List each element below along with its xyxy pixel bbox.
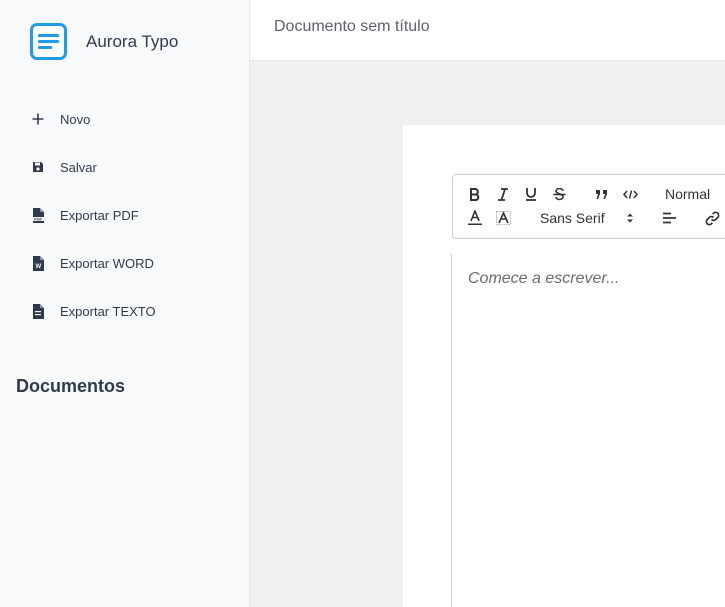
menu-item-salvar[interactable]: Salvar bbox=[0, 143, 249, 191]
plus-icon bbox=[31, 111, 45, 127]
menu-item-label: Novo bbox=[60, 111, 91, 127]
underline-button[interactable] bbox=[523, 185, 539, 203]
highlight-icon bbox=[495, 211, 511, 225]
menu-item-label: Salvar bbox=[60, 159, 97, 175]
floppy-disk-icon bbox=[31, 159, 45, 175]
font-select-arrows-icon[interactable] bbox=[625, 208, 635, 228]
align-button[interactable] bbox=[660, 208, 678, 228]
brand-name: Aurora Typo bbox=[86, 31, 179, 51]
text-color-icon bbox=[468, 210, 482, 225]
editor-placeholder: Comece a escrever... bbox=[468, 270, 620, 287]
background-color-button[interactable] bbox=[495, 208, 511, 228]
menu-item-label: Exportar WORD bbox=[60, 255, 154, 271]
editor-toolbar: Normal Sans Serif bbox=[452, 174, 725, 239]
menu-item-label: Exportar PDF bbox=[60, 207, 139, 223]
svg-text:PDF: PDF bbox=[34, 216, 43, 221]
align-left-icon bbox=[663, 212, 676, 224]
sidebar: Aurora Typo Novo Salvar PDF Exportar PDF… bbox=[0, 0, 250, 607]
link-icon bbox=[705, 211, 719, 225]
word-file-icon: W bbox=[31, 255, 45, 271]
bold-icon bbox=[470, 187, 480, 201]
text-color-button[interactable] bbox=[467, 208, 483, 228]
document-title[interactable]: Documento sem título bbox=[274, 18, 430, 36]
menu-item-novo[interactable]: Novo bbox=[0, 95, 249, 143]
top-bar: Documento sem título bbox=[250, 0, 725, 61]
menu-item-exportar-pdf[interactable]: PDF Exportar PDF bbox=[0, 191, 249, 239]
bold-button[interactable] bbox=[467, 185, 483, 203]
quote-icon bbox=[595, 189, 607, 199]
app-logo-icon bbox=[30, 23, 67, 60]
code-icon bbox=[622, 189, 638, 199]
header-select[interactable]: Normal bbox=[665, 185, 710, 203]
documents-section-title: Documentos bbox=[16, 376, 126, 396]
underline-icon bbox=[526, 188, 536, 201]
font-select[interactable]: Sans Serif bbox=[540, 208, 605, 228]
svg-text:W: W bbox=[35, 264, 41, 270]
sidebar-menu: Novo Salvar PDF Exportar PDF W Exportar … bbox=[0, 95, 249, 335]
blockquote-button[interactable] bbox=[593, 185, 609, 203]
code-block-button[interactable] bbox=[621, 185, 639, 203]
pdf-file-icon: PDF bbox=[31, 207, 45, 223]
brand[interactable]: Aurora Typo bbox=[30, 23, 178, 60]
menu-item-label: Exportar TEXTO bbox=[60, 303, 156, 319]
strikethrough-icon bbox=[553, 187, 565, 200]
link-button[interactable] bbox=[703, 208, 721, 228]
strikethrough-button[interactable] bbox=[551, 185, 567, 203]
italic-icon bbox=[498, 187, 508, 201]
text-file-icon bbox=[31, 303, 45, 319]
menu-item-exportar-texto[interactable]: Exportar TEXTO bbox=[0, 287, 249, 335]
italic-button[interactable] bbox=[495, 185, 511, 203]
editor-area[interactable]: Comece a escrever... bbox=[451, 254, 725, 607]
menu-item-exportar-word[interactable]: W Exportar WORD bbox=[0, 239, 249, 287]
